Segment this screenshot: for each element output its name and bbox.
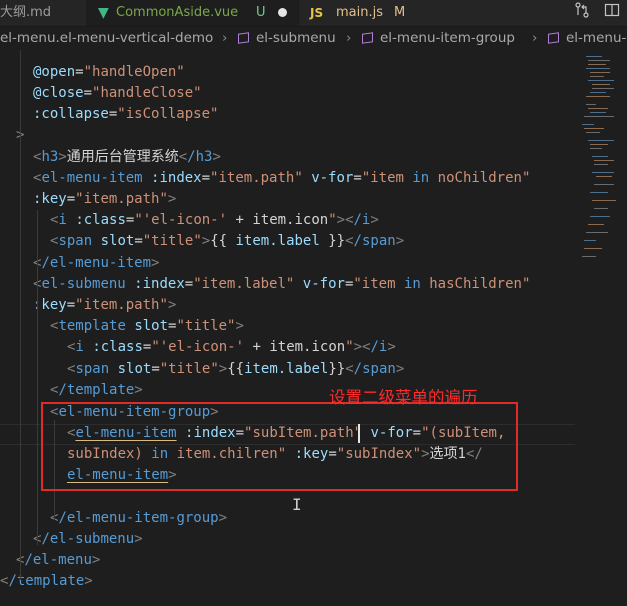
breadcrumb-item[interactable]: el-menu-item-group bbox=[380, 27, 515, 49]
code-line: <el-menu-item :index="item.path" v-for="… bbox=[33, 170, 531, 186]
breadcrumb: el-menu.el-menu-vertical-demo › el-subme… bbox=[0, 27, 627, 49]
code-line: :collapse="isCollapse" bbox=[33, 106, 219, 122]
code-line: @close="handleClose" bbox=[33, 85, 202, 101]
code-line: <span slot="title">{{item.label}}</span> bbox=[67, 361, 405, 377]
tab-bar: 大纲.md ▼ CommonAside.vue U JS main.js M bbox=[0, 0, 627, 27]
code-line: > bbox=[16, 125, 575, 146]
split-editor-icon[interactable] bbox=[600, 0, 624, 26]
tab-label: CommonAside.vue bbox=[116, 5, 239, 20]
code-line: <el-submenu :index="item.label" v-for="i… bbox=[33, 276, 531, 292]
breadcrumb-item[interactable]: el-menu- bbox=[566, 27, 626, 49]
code-line: <template slot="title"> bbox=[50, 318, 244, 334]
code-line: </el-menu-item-group> bbox=[50, 510, 228, 526]
tab-label: main.js bbox=[336, 5, 383, 20]
highlight-box bbox=[41, 402, 518, 491]
vue-file-icon: ▼ bbox=[98, 5, 109, 21]
breadcrumb-item[interactable]: el-menu.el-menu-vertical-demo bbox=[0, 27, 213, 49]
annotation-label: 设置二级菜单的遍历 bbox=[329, 388, 478, 407]
code-line: :key="item.path"> bbox=[33, 297, 177, 313]
tab-main-js[interactable]: JS main.js M bbox=[298, 0, 418, 26]
code-line: </el-submenu> bbox=[33, 531, 143, 547]
chevron-right-icon: › bbox=[532, 30, 538, 46]
code-line: </el-menu> bbox=[16, 552, 101, 568]
git-status-modified: M bbox=[394, 5, 406, 20]
tab-common-aside-vue[interactable]: ▼ CommonAside.vue U bbox=[86, 0, 299, 26]
symbol-cube-icon bbox=[362, 32, 373, 44]
code-line: @open="handleOpen" bbox=[33, 64, 185, 80]
code-line: <h3>通用后台管理系统</h3> bbox=[33, 149, 221, 165]
vertical-scrollbar[interactable] bbox=[618, 50, 627, 606]
js-file-icon: JS bbox=[310, 6, 324, 20]
symbol-cube-icon bbox=[238, 32, 249, 44]
code-line: <i :class="'el-icon-' + item.icon"></i> bbox=[67, 339, 396, 355]
code-line: :key="item.path"> bbox=[33, 191, 177, 207]
breadcrumb-item[interactable]: el-submenu bbox=[256, 27, 336, 49]
code-editor[interactable]: @open="handleOpen" @close="handleClose" … bbox=[0, 50, 575, 606]
code-line: </template> bbox=[0, 573, 93, 589]
code-line: </template> bbox=[50, 382, 143, 398]
chevron-right-icon: › bbox=[346, 30, 352, 46]
minimap[interactable] bbox=[578, 50, 618, 290]
code-line: <span slot="title">{{ item.label }}</spa… bbox=[50, 233, 405, 249]
chevron-right-icon: › bbox=[222, 30, 228, 46]
unsaved-dot-icon[interactable] bbox=[278, 8, 287, 17]
git-status-untracked: U bbox=[256, 5, 266, 20]
code-line: </el-menu-item> bbox=[33, 255, 160, 271]
compare-changes-icon[interactable] bbox=[570, 0, 594, 26]
tab-label: 大纲.md bbox=[0, 5, 52, 20]
indent-guide bbox=[20, 50, 21, 580]
mouse-ibeam-icon: I bbox=[292, 495, 302, 514]
tab-outline-md[interactable]: 大纲.md bbox=[0, 0, 86, 26]
code-line: <i :class="'el-icon-' + item.icon"></i> bbox=[50, 212, 379, 228]
symbol-cube-icon bbox=[548, 32, 559, 44]
indent-guide bbox=[37, 210, 38, 545]
